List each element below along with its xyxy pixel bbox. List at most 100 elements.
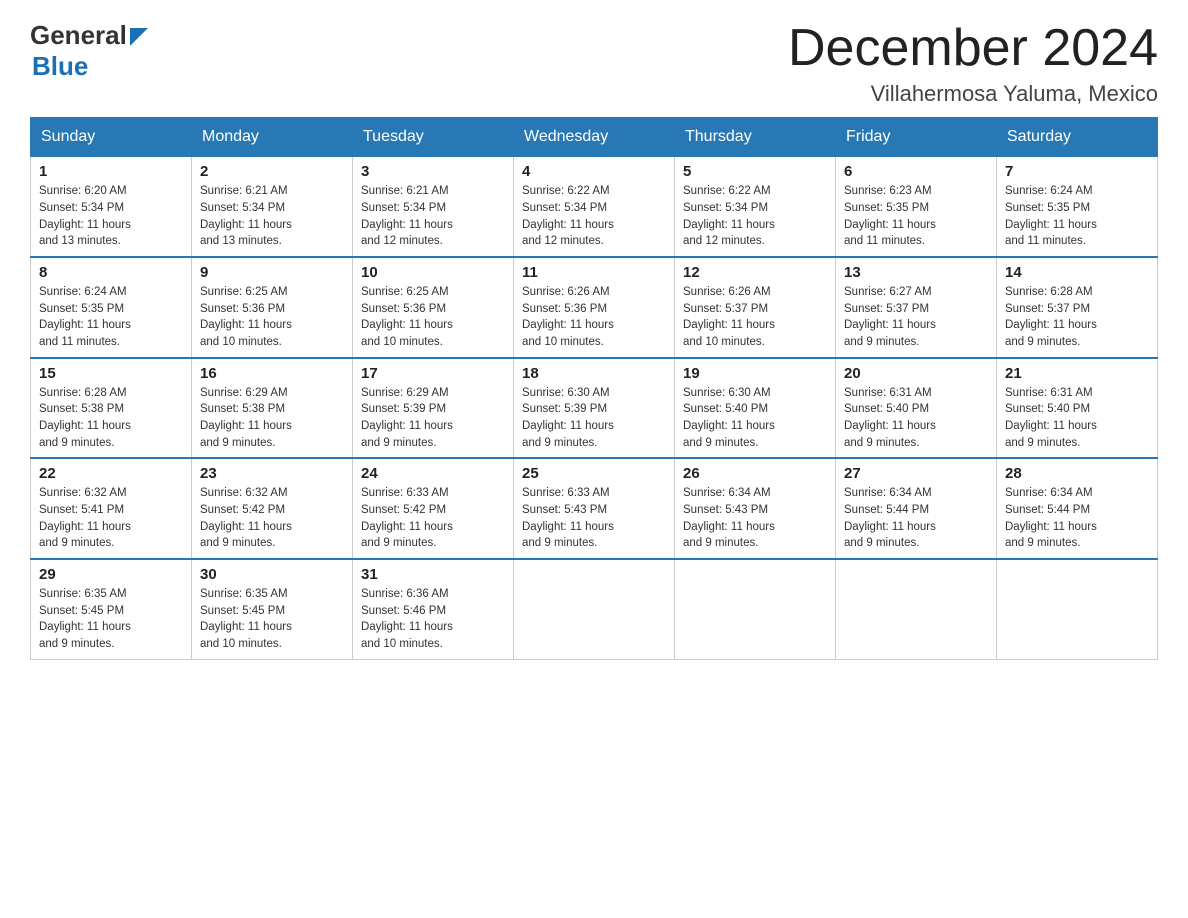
logo-general: General	[30, 20, 127, 51]
day-info: Sunrise: 6:29 AMSunset: 5:38 PMDaylight:…	[200, 385, 344, 452]
table-row: 4 Sunrise: 6:22 AMSunset: 5:34 PMDayligh…	[514, 157, 675, 257]
day-info: Sunrise: 6:24 AMSunset: 5:35 PMDaylight:…	[1005, 183, 1149, 250]
header-saturday: Saturday	[997, 118, 1158, 157]
day-number: 8	[39, 264, 183, 281]
table-row: 17 Sunrise: 6:29 AMSunset: 5:39 PMDaylig…	[353, 358, 514, 459]
table-row	[514, 559, 675, 659]
day-number: 14	[1005, 264, 1149, 281]
table-row	[675, 559, 836, 659]
table-row: 12 Sunrise: 6:26 AMSunset: 5:37 PMDaylig…	[675, 257, 836, 358]
day-number: 7	[1005, 163, 1149, 180]
day-number: 1	[39, 163, 183, 180]
table-row: 14 Sunrise: 6:28 AMSunset: 5:37 PMDaylig…	[997, 257, 1158, 358]
day-number: 23	[200, 465, 344, 482]
week-row-1: 1 Sunrise: 6:20 AMSunset: 5:34 PMDayligh…	[31, 157, 1158, 257]
title-section: December 2024 Villahermosa Yaluma, Mexic…	[788, 20, 1158, 107]
day-info: Sunrise: 6:24 AMSunset: 5:35 PMDaylight:…	[39, 284, 183, 351]
day-info: Sunrise: 6:29 AMSunset: 5:39 PMDaylight:…	[361, 385, 505, 452]
day-number: 18	[522, 365, 666, 382]
table-row: 13 Sunrise: 6:27 AMSunset: 5:37 PMDaylig…	[836, 257, 997, 358]
day-info: Sunrise: 6:26 AMSunset: 5:37 PMDaylight:…	[683, 284, 827, 351]
table-row: 11 Sunrise: 6:26 AMSunset: 5:36 PMDaylig…	[514, 257, 675, 358]
table-row: 31 Sunrise: 6:36 AMSunset: 5:46 PMDaylig…	[353, 559, 514, 659]
week-row-3: 15 Sunrise: 6:28 AMSunset: 5:38 PMDaylig…	[31, 358, 1158, 459]
header-thursday: Thursday	[675, 118, 836, 157]
table-row: 2 Sunrise: 6:21 AMSunset: 5:34 PMDayligh…	[192, 157, 353, 257]
table-row: 9 Sunrise: 6:25 AMSunset: 5:36 PMDayligh…	[192, 257, 353, 358]
table-row: 7 Sunrise: 6:24 AMSunset: 5:35 PMDayligh…	[997, 157, 1158, 257]
day-number: 16	[200, 365, 344, 382]
day-number: 29	[39, 566, 183, 583]
table-row: 16 Sunrise: 6:29 AMSunset: 5:38 PMDaylig…	[192, 358, 353, 459]
day-info: Sunrise: 6:28 AMSunset: 5:38 PMDaylight:…	[39, 385, 183, 452]
day-info: Sunrise: 6:36 AMSunset: 5:46 PMDaylight:…	[361, 586, 505, 653]
day-number: 2	[200, 163, 344, 180]
calendar-table: Sunday Monday Tuesday Wednesday Thursday…	[30, 117, 1158, 659]
day-info: Sunrise: 6:32 AMSunset: 5:42 PMDaylight:…	[200, 485, 344, 552]
table-row: 29 Sunrise: 6:35 AMSunset: 5:45 PMDaylig…	[31, 559, 192, 659]
table-row: 19 Sunrise: 6:30 AMSunset: 5:40 PMDaylig…	[675, 358, 836, 459]
table-row	[836, 559, 997, 659]
table-row: 24 Sunrise: 6:33 AMSunset: 5:42 PMDaylig…	[353, 458, 514, 559]
day-info: Sunrise: 6:20 AMSunset: 5:34 PMDaylight:…	[39, 183, 183, 250]
weekday-header-row: Sunday Monday Tuesday Wednesday Thursday…	[31, 118, 1158, 157]
day-number: 30	[200, 566, 344, 583]
day-info: Sunrise: 6:27 AMSunset: 5:37 PMDaylight:…	[844, 284, 988, 351]
day-info: Sunrise: 6:34 AMSunset: 5:44 PMDaylight:…	[844, 485, 988, 552]
day-number: 17	[361, 365, 505, 382]
day-number: 21	[1005, 365, 1149, 382]
day-info: Sunrise: 6:34 AMSunset: 5:44 PMDaylight:…	[1005, 485, 1149, 552]
day-number: 19	[683, 365, 827, 382]
day-number: 27	[844, 465, 988, 482]
day-number: 31	[361, 566, 505, 583]
table-row: 8 Sunrise: 6:24 AMSunset: 5:35 PMDayligh…	[31, 257, 192, 358]
day-number: 20	[844, 365, 988, 382]
day-number: 15	[39, 365, 183, 382]
month-year-title: December 2024	[788, 20, 1158, 77]
day-number: 11	[522, 264, 666, 281]
page-header: General Blue December 2024 Villahermosa …	[30, 20, 1158, 107]
day-info: Sunrise: 6:32 AMSunset: 5:41 PMDaylight:…	[39, 485, 183, 552]
week-row-2: 8 Sunrise: 6:24 AMSunset: 5:35 PMDayligh…	[31, 257, 1158, 358]
table-row: 30 Sunrise: 6:35 AMSunset: 5:45 PMDaylig…	[192, 559, 353, 659]
day-info: Sunrise: 6:33 AMSunset: 5:43 PMDaylight:…	[522, 485, 666, 552]
day-info: Sunrise: 6:35 AMSunset: 5:45 PMDaylight:…	[200, 586, 344, 653]
day-info: Sunrise: 6:21 AMSunset: 5:34 PMDaylight:…	[200, 183, 344, 250]
table-row	[997, 559, 1158, 659]
day-info: Sunrise: 6:33 AMSunset: 5:42 PMDaylight:…	[361, 485, 505, 552]
table-row: 18 Sunrise: 6:30 AMSunset: 5:39 PMDaylig…	[514, 358, 675, 459]
header-monday: Monday	[192, 118, 353, 157]
table-row: 26 Sunrise: 6:34 AMSunset: 5:43 PMDaylig…	[675, 458, 836, 559]
day-number: 28	[1005, 465, 1149, 482]
day-info: Sunrise: 6:31 AMSunset: 5:40 PMDaylight:…	[844, 385, 988, 452]
table-row: 15 Sunrise: 6:28 AMSunset: 5:38 PMDaylig…	[31, 358, 192, 459]
logo: General Blue	[30, 20, 148, 82]
table-row: 27 Sunrise: 6:34 AMSunset: 5:44 PMDaylig…	[836, 458, 997, 559]
day-number: 9	[200, 264, 344, 281]
day-info: Sunrise: 6:30 AMSunset: 5:39 PMDaylight:…	[522, 385, 666, 452]
day-info: Sunrise: 6:34 AMSunset: 5:43 PMDaylight:…	[683, 485, 827, 552]
day-number: 5	[683, 163, 827, 180]
day-info: Sunrise: 6:25 AMSunset: 5:36 PMDaylight:…	[361, 284, 505, 351]
day-number: 10	[361, 264, 505, 281]
day-info: Sunrise: 6:31 AMSunset: 5:40 PMDaylight:…	[1005, 385, 1149, 452]
header-friday: Friday	[836, 118, 997, 157]
table-row: 25 Sunrise: 6:33 AMSunset: 5:43 PMDaylig…	[514, 458, 675, 559]
location-subtitle: Villahermosa Yaluma, Mexico	[788, 81, 1158, 107]
day-number: 4	[522, 163, 666, 180]
table-row: 21 Sunrise: 6:31 AMSunset: 5:40 PMDaylig…	[997, 358, 1158, 459]
table-row: 28 Sunrise: 6:34 AMSunset: 5:44 PMDaylig…	[997, 458, 1158, 559]
day-number: 12	[683, 264, 827, 281]
table-row: 22 Sunrise: 6:32 AMSunset: 5:41 PMDaylig…	[31, 458, 192, 559]
table-row: 1 Sunrise: 6:20 AMSunset: 5:34 PMDayligh…	[31, 157, 192, 257]
day-info: Sunrise: 6:28 AMSunset: 5:37 PMDaylight:…	[1005, 284, 1149, 351]
table-row: 20 Sunrise: 6:31 AMSunset: 5:40 PMDaylig…	[836, 358, 997, 459]
day-number: 26	[683, 465, 827, 482]
day-number: 25	[522, 465, 666, 482]
day-info: Sunrise: 6:22 AMSunset: 5:34 PMDaylight:…	[522, 183, 666, 250]
week-row-5: 29 Sunrise: 6:35 AMSunset: 5:45 PMDaylig…	[31, 559, 1158, 659]
day-info: Sunrise: 6:22 AMSunset: 5:34 PMDaylight:…	[683, 183, 827, 250]
day-number: 6	[844, 163, 988, 180]
day-info: Sunrise: 6:30 AMSunset: 5:40 PMDaylight:…	[683, 385, 827, 452]
day-number: 3	[361, 163, 505, 180]
